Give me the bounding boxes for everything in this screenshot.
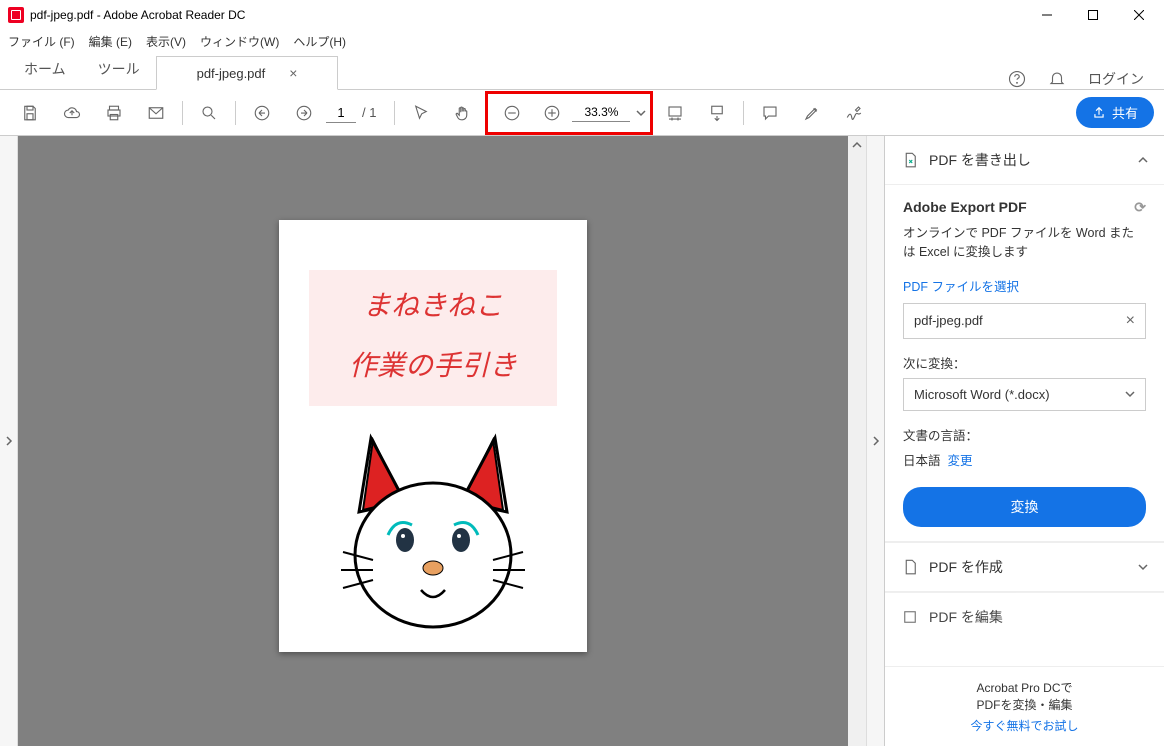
doc-language-value: 日本語 xyxy=(903,454,941,468)
sidebar: PDF を書き出し Adobe Export PDF ⟳ オンラインで PDF … xyxy=(884,136,1164,746)
tab-document[interactable]: pdf-jpeg.pdf × xyxy=(156,56,339,90)
share-icon xyxy=(1092,106,1106,120)
footer-line-1: Acrobat Pro DCで xyxy=(897,679,1152,696)
tab-home[interactable]: ホーム xyxy=(8,49,82,89)
sidebar-footer: Acrobat Pro DCで PDFを変換・編集 今すぐ無料でお試し xyxy=(885,666,1164,746)
selected-file-name: pdf-jpeg.pdf xyxy=(914,313,983,328)
help-icon[interactable] xyxy=(1008,70,1026,88)
edit-section-label: PDF を編集 xyxy=(929,607,1003,627)
document-canvas[interactable]: まねきねこ 作業の手引き xyxy=(18,136,848,746)
main-area: まねきねこ 作業の手引き xyxy=(0,136,1164,746)
cursor-select-icon[interactable] xyxy=(401,93,441,133)
zoom-in-icon[interactable] xyxy=(532,93,572,133)
banner-line-1: まねきねこ xyxy=(319,284,547,324)
export-title: Adobe Export PDF xyxy=(903,199,1027,216)
tab-tools[interactable]: ツール xyxy=(82,49,156,89)
title-bar: pdf-jpeg.pdf - Adobe Acrobat Reader DC xyxy=(0,0,1164,30)
chevron-down-icon xyxy=(1125,389,1135,399)
page-banner: まねきねこ 作業の手引き xyxy=(309,270,557,406)
comment-icon[interactable] xyxy=(750,93,790,133)
scroll-up-icon[interactable] xyxy=(848,136,866,154)
menu-window[interactable]: ウィンドウ(W) xyxy=(200,33,279,50)
prev-page-icon[interactable] xyxy=(242,93,282,133)
sign-icon[interactable] xyxy=(834,93,874,133)
tab-document-label: pdf-jpeg.pdf xyxy=(197,66,266,81)
format-select-value: Microsoft Word (*.docx) xyxy=(914,387,1050,402)
zoom-value-input[interactable] xyxy=(572,103,630,122)
save-icon[interactable] xyxy=(10,93,50,133)
toolbar: / 1 共有 xyxy=(0,90,1164,136)
menu-bar: ファイル (F) 編集 (E) 表示(V) ウィンドウ(W) ヘルプ(H) xyxy=(0,30,1164,52)
try-free-link[interactable]: 今すぐ無料でお試し xyxy=(897,717,1152,734)
change-language-link[interactable]: 変更 xyxy=(947,454,972,468)
menu-edit[interactable]: 編集 (E) xyxy=(89,33,132,50)
page-number-input[interactable] xyxy=(326,103,356,123)
chevron-up-icon xyxy=(1138,155,1148,165)
clear-file-icon[interactable]: × xyxy=(1126,312,1135,330)
print-icon[interactable] xyxy=(94,93,134,133)
window-title: pdf-jpeg.pdf - Adobe Acrobat Reader DC xyxy=(30,8,1024,22)
create-section-label: PDF を作成 xyxy=(929,557,1003,577)
minimize-button[interactable] xyxy=(1024,0,1070,30)
right-panel-toggle[interactable] xyxy=(866,136,884,746)
window-controls xyxy=(1024,0,1162,30)
format-select[interactable]: Microsoft Word (*.docx) xyxy=(903,378,1146,411)
mail-icon[interactable] xyxy=(136,93,176,133)
create-section-header[interactable]: PDF を作成 xyxy=(885,542,1164,592)
share-button[interactable]: 共有 xyxy=(1076,97,1154,128)
select-file-link[interactable]: PDF ファイルを選択 xyxy=(903,276,1146,295)
edit-section-header[interactable]: PDF を編集 xyxy=(885,592,1164,641)
search-icon[interactable] xyxy=(189,93,229,133)
edit-pdf-icon xyxy=(901,608,919,626)
menu-view[interactable]: 表示(V) xyxy=(146,33,186,50)
doc-language-label: 文書の言語： xyxy=(903,425,1146,444)
fit-page-icon[interactable] xyxy=(697,93,737,133)
selected-file-box: pdf-jpeg.pdf × xyxy=(903,303,1146,339)
export-section-header[interactable]: PDF を書き出し xyxy=(885,136,1164,185)
pdf-page: まねきねこ 作業の手引き xyxy=(279,220,587,652)
menu-help[interactable]: ヘルプ(H) xyxy=(293,33,346,50)
cat-illustration xyxy=(309,420,557,630)
login-button[interactable]: ログイン xyxy=(1088,69,1144,89)
export-panel: Adobe Export PDF ⟳ オンラインで PDF ファイルを Word… xyxy=(885,185,1164,542)
tab-bar: ホーム ツール pdf-jpeg.pdf × ログイン xyxy=(0,52,1164,90)
chevron-down-icon xyxy=(1138,562,1148,572)
convert-to-label: 次に変換： xyxy=(903,353,1146,372)
left-panel-toggle[interactable] xyxy=(0,136,18,746)
export-description: オンラインで PDF ファイルを Word または Excel に変換します xyxy=(903,224,1146,262)
menu-file[interactable]: ファイル (F) xyxy=(8,33,75,50)
cloud-upload-icon[interactable] xyxy=(52,93,92,133)
export-section-label: PDF を書き出し xyxy=(929,150,1031,170)
convert-button[interactable]: 変換 xyxy=(903,487,1146,527)
bell-icon[interactable] xyxy=(1048,70,1066,88)
zoom-out-icon[interactable] xyxy=(492,93,532,133)
close-button[interactable] xyxy=(1116,0,1162,30)
highlight-icon[interactable] xyxy=(792,93,832,133)
maximize-button[interactable] xyxy=(1070,0,1116,30)
next-page-icon[interactable] xyxy=(284,93,324,133)
app-icon xyxy=(8,7,24,23)
refresh-icon[interactable]: ⟳ xyxy=(1134,199,1146,216)
page-total-label: / 1 xyxy=(362,105,376,120)
zoom-dropdown-icon[interactable] xyxy=(636,108,646,118)
tab-close-icon[interactable]: × xyxy=(289,65,297,81)
banner-line-2: 作業の手引き xyxy=(319,344,547,384)
zoom-highlight-box xyxy=(485,91,653,135)
hand-tool-icon[interactable] xyxy=(443,93,483,133)
export-pdf-icon xyxy=(901,151,919,169)
vertical-scrollbar[interactable] xyxy=(848,136,866,746)
create-pdf-icon xyxy=(901,558,919,576)
fit-width-icon[interactable] xyxy=(655,93,695,133)
share-button-label: 共有 xyxy=(1112,103,1138,122)
footer-line-2: PDFを変換・編集 xyxy=(897,696,1152,713)
